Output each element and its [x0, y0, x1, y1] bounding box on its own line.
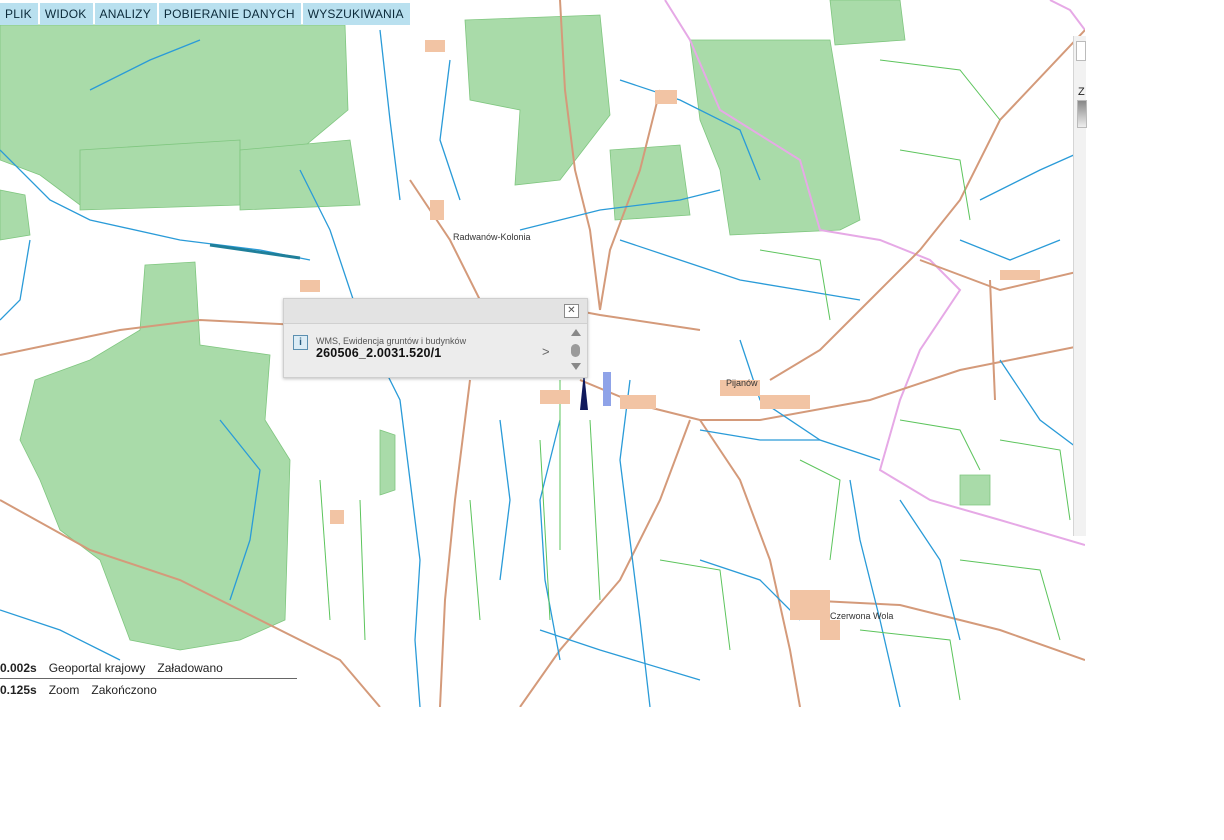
status-line-1: 0.002s Geoportal krajowy Załadowano	[0, 661, 223, 675]
menu-widok[interactable]: WIDOK	[39, 3, 93, 25]
status-source: Zoom	[48, 683, 80, 697]
chevron-right-icon[interactable]: >	[542, 344, 550, 359]
status-time: 0.002s	[0, 661, 37, 675]
zoom-slider[interactable]	[1077, 100, 1087, 128]
menu-pobieranie-danych[interactable]: POBIERANIE DANYCH	[158, 3, 301, 25]
side-toggle-button[interactable]	[1076, 41, 1086, 61]
place-label-czerwona-wola: Czerwona Wola	[830, 611, 894, 621]
popup-parcel-id: 260506_2.0031.520/1	[316, 346, 442, 360]
info-icon[interactable]: i	[293, 335, 308, 350]
scroll-thumb[interactable]	[571, 344, 580, 357]
close-icon[interactable]: ✕	[564, 304, 579, 318]
popup-header: ✕	[284, 299, 587, 324]
side-zoom-label: Z	[1078, 86, 1085, 98]
status-time: 0.125s	[0, 683, 37, 697]
highlight-parcel	[603, 372, 611, 406]
scroll-up-icon[interactable]	[571, 329, 581, 336]
main-menubar: PLIK WIDOK ANALIZY POBIERANIE DANYCH WYS…	[0, 3, 410, 25]
popup-layer-name: WMS, Ewidencja gruntów i budynków	[316, 336, 467, 346]
popup-scrollbar[interactable]	[570, 329, 582, 374]
status-state: Załadowano	[157, 661, 223, 675]
feature-info-popup: ✕ i WMS, Ewidencja gruntów i budynków 26…	[283, 298, 588, 378]
status-state: Zakończono	[91, 683, 157, 697]
right-side-panel: Z	[1073, 36, 1087, 536]
menu-analizy[interactable]: ANALIZY	[94, 3, 157, 25]
scroll-down-icon[interactable]	[571, 363, 581, 370]
menu-wyszukiwania[interactable]: WYSZUKIWANIA	[302, 3, 410, 25]
place-label-radwanow: Radwanów-Kolonia	[453, 232, 531, 242]
place-label-pijanow: Pijanów	[726, 378, 758, 388]
status-divider	[0, 678, 297, 679]
menu-plik[interactable]: PLIK	[0, 3, 38, 25]
status-line-2: 0.125s Zoom Zakończono	[0, 683, 157, 697]
status-source: Geoportal krajowy	[48, 661, 146, 675]
land-parcels	[319, 59, 1071, 701]
